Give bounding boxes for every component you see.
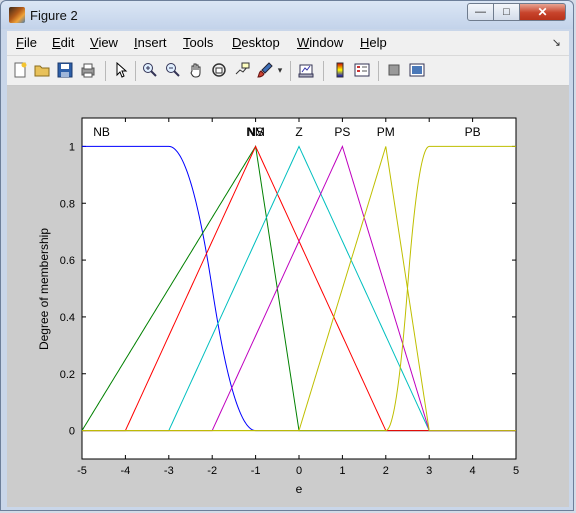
x-tick-label: 1 xyxy=(339,465,345,477)
menu-insert[interactable]: Insert xyxy=(134,35,167,50)
print-icon[interactable] xyxy=(79,61,97,79)
y-axis-label: Degree of membership xyxy=(37,228,51,350)
mf-label-pm: PM xyxy=(377,125,395,139)
x-tick-label: -2 xyxy=(207,465,217,477)
y-tick-label: 0.4 xyxy=(60,312,75,324)
toolbar-separator xyxy=(290,61,291,81)
y-tick-label: 0.2 xyxy=(60,369,75,381)
zoom-out-icon[interactable] xyxy=(164,61,182,79)
toolbar-separator xyxy=(378,61,379,81)
new-figure-icon[interactable] xyxy=(11,61,29,79)
mf-label-pb: PB xyxy=(465,125,481,139)
pan-icon[interactable] xyxy=(187,61,205,79)
menu-file[interactable]: File xyxy=(16,35,37,50)
mf-label-ns: NS xyxy=(247,125,264,139)
mf-label-nb: NB xyxy=(93,125,110,139)
x-tick-label: 2 xyxy=(383,465,389,477)
zoom-in-icon[interactable] xyxy=(141,61,159,79)
x-tick-label: -1 xyxy=(251,465,261,477)
minimize-button[interactable]: — xyxy=(467,3,494,21)
dock-arrow-icon[interactable]: ↘ xyxy=(552,36,561,49)
y-tick-label: 1 xyxy=(69,141,75,153)
y-tick-label: 0 xyxy=(69,426,75,438)
rotate-icon[interactable] xyxy=(210,61,228,79)
toolbar-separator xyxy=(135,61,136,81)
menu-bar: File Edit View Insert Tools Desktop Wind… xyxy=(7,31,569,56)
menu-help[interactable]: Help xyxy=(360,35,387,50)
hide-plot-tools-icon[interactable] xyxy=(385,61,403,79)
open-icon[interactable] xyxy=(33,61,51,79)
x-tick-label: -3 xyxy=(164,465,174,477)
show-plot-tools-icon[interactable] xyxy=(408,61,426,79)
menu-window[interactable]: Window xyxy=(297,35,343,50)
x-tick-label: -4 xyxy=(121,465,131,477)
pointer-icon[interactable] xyxy=(112,61,130,79)
y-tick-label: 0.8 xyxy=(60,198,75,210)
colorbar-icon[interactable] xyxy=(331,61,349,79)
brush-dropdown-icon[interactable]: ▾ xyxy=(275,61,285,79)
title-bar[interactable]: Figure 2 — □ ✕ xyxy=(1,1,573,29)
menu-tools[interactable]: Tools xyxy=(183,35,213,50)
mf-label-ps: PS xyxy=(334,125,350,139)
save-icon[interactable] xyxy=(56,61,74,79)
brush-icon[interactable] xyxy=(256,61,274,79)
data-cursor-icon[interactable] xyxy=(233,61,251,79)
figure-canvas: -5 -4 -3 -2 -1 0 1 2 3 4 5 0 0.2 0.4 0.6 0.8 1 NB NM NS Z PS… xyxy=(7,86,569,507)
menu-edit[interactable]: Edit xyxy=(52,35,74,50)
x-tick-label: 3 xyxy=(426,465,432,477)
toolbar-separator xyxy=(105,61,106,81)
maximize-button[interactable]: □ xyxy=(493,3,520,21)
legend-icon[interactable] xyxy=(353,61,371,79)
toolbar-separator xyxy=(323,61,324,81)
link-plot-icon[interactable] xyxy=(297,61,315,79)
window-title: Figure 2 xyxy=(30,8,78,23)
membership-chart: -5 -4 -3 -2 -1 0 1 2 3 4 500.20.40.60.81 NB NMNS Z PS… xyxy=(37,117,519,496)
x-tick-label: -5 xyxy=(77,465,87,477)
matlab-logo-icon xyxy=(9,7,25,23)
x-tick-label: 0 xyxy=(296,465,302,477)
x-tick-label: 5 xyxy=(513,465,519,477)
y-tick-label: 0.6 xyxy=(60,255,75,267)
mf-label-z: Z xyxy=(295,125,302,139)
toolbar: ▾ xyxy=(7,56,569,86)
close-button[interactable]: ✕ xyxy=(519,3,566,21)
x-tick-label: 4 xyxy=(470,465,476,477)
menu-view[interactable]: View xyxy=(90,35,118,50)
menu-desktop[interactable]: Desktop xyxy=(232,35,280,50)
axes-box xyxy=(81,117,517,460)
x-axis-label: e xyxy=(296,482,303,496)
figure-window: Figure 2 — □ ✕ File Edit View Insert Too… xyxy=(0,0,574,511)
